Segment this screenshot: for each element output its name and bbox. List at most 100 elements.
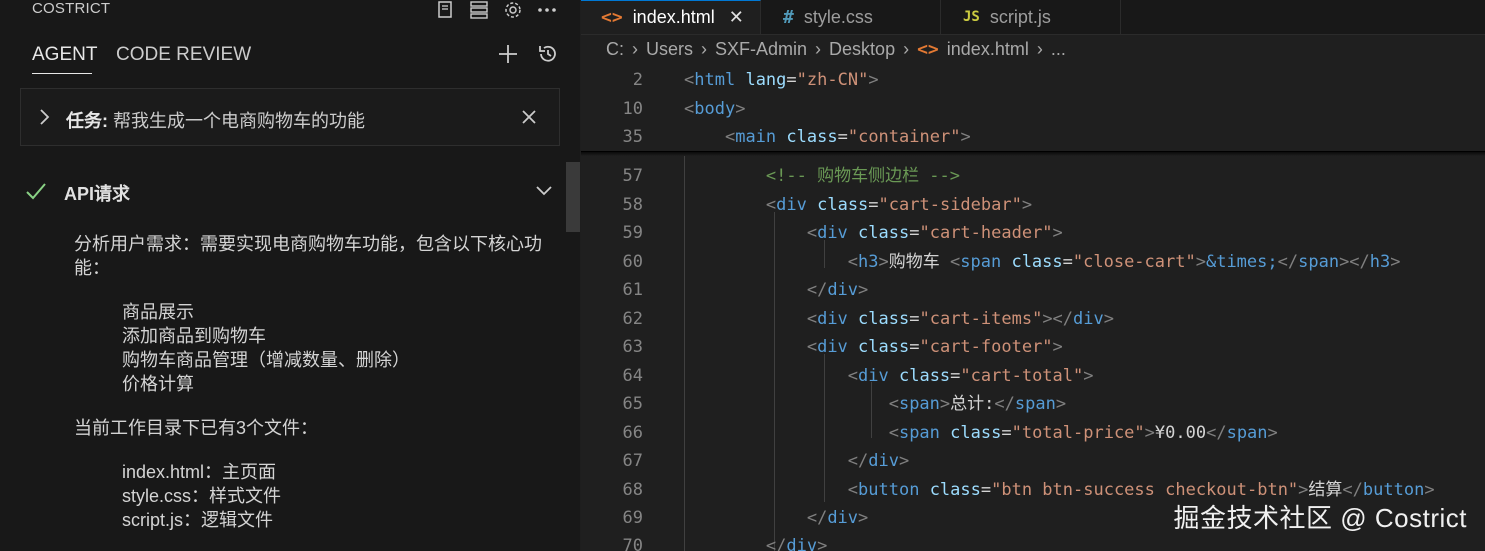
files-intro: 当前工作目录下已有3个文件： [74,418,319,438]
task-description: 任务: 帮我生成一个电商购物车的功能 [66,107,365,133]
code-line[interactable]: 2 <html lang="zh-CN"> [581,66,1485,94]
code-line[interactable]: 59 <div class="cart-header"> [581,219,1485,247]
line-number: 57 [622,166,643,186]
tab-code-review[interactable]: CODE REVIEW [116,44,251,66]
code-text: <!-- 购物车侧边栏 --> [765,166,961,186]
tab-agent[interactable]: AGENT [32,44,97,66]
code-text: </div> [806,508,869,528]
line-number: 2 [632,70,643,90]
history-icon[interactable] [536,42,560,71]
chevron-right-icon[interactable] [37,107,51,132]
list-item: index.html：主页面 [122,462,277,482]
api-request-header[interactable]: API请求 [24,178,564,206]
breadcrumb-item[interactable]: index.html [947,39,1029,59]
chevron-right-icon: › [701,39,708,59]
code-line[interactable]: 35 <main class="container"> [581,123,1485,151]
code-text: <h3>购物车 <span class="close-cart">&times;… [847,252,1401,272]
code-line[interactable]: 63 <div class="cart-footer"> [581,333,1485,361]
tab-label: index.html [632,7,715,27]
task-card[interactable]: 任务: 帮我生成一个电商购物车的功能 [20,88,560,146]
code-line[interactable]: 64 <div class="cart-total"> [581,362,1485,390]
list-item: script.js：逻辑文件 [122,510,274,530]
line-number: 10 [622,99,643,119]
chevron-right-icon: › [632,39,638,59]
line-number: 58 [622,195,643,215]
breadcrumb: C: › Users › SXF-Admin › Desktop › <> index.html ›… [606,39,1066,60]
code-line[interactable]: 57 <!-- 购物车侧边栏 --> [581,162,1485,190]
code-editor: <> index.html ✕ # style.css JS script.js… [581,0,1485,551]
tab-style-css[interactable]: # style.css [761,0,941,34]
list-item: 价格计算 [122,374,194,394]
close-icon[interactable] [519,107,539,132]
analysis-text: 分析用户需求：需要实现电商购物车功能，包含以下核心功能： [74,234,542,278]
chevron-right-icon: › [1036,39,1043,59]
line-number: 62 [622,309,643,329]
watermark: 掘金技术社区 @ Costrict [1173,503,1467,533]
html-file-icon: <> [917,39,939,60]
code-text: </div> [847,451,910,471]
database-icon[interactable] [468,0,490,20]
tab-actions [496,42,560,71]
breadcrumb-item[interactable]: SXF-Admin [715,39,807,59]
code-text: </div> [765,536,828,551]
code-text: <span>总计:</span> [888,394,1067,414]
chevron-down-icon[interactable] [534,184,554,203]
line-number: 70 [622,536,643,551]
code-text: </div> [806,280,869,300]
list-item: 购物车商品管理（增减数量、删除） [122,350,410,370]
breadcrumb-item[interactable]: Desktop [829,39,895,59]
code-line[interactable]: 62 <div class="cart-items"></div> [581,305,1485,333]
list-item: 商品展示 [122,302,194,322]
scrollbar-thumb[interactable] [566,162,580,232]
gear-icon[interactable] [502,0,524,20]
line-number: 60 [622,252,643,272]
list-item: style.css：样式文件 [122,486,282,506]
code-text: <div class="cart-items"></div> [806,309,1114,329]
code-line[interactable]: 66 <span class="total-price">¥0.00</span… [581,419,1485,447]
tab-label: script.js [989,6,1051,27]
chevron-right-icon: › [903,39,910,59]
line-number: 61 [622,280,643,300]
document-icon[interactable] [434,0,456,20]
agent-tabs: AGENT CODE REVIEW [0,38,580,78]
code-line[interactable]: 58 <div class="cart-sidebar"> [581,191,1485,219]
css-file-icon: # [783,6,794,28]
code-line[interactable]: 67 </div> [581,447,1485,475]
sticky-scroll-shadow [581,152,1485,156]
close-icon[interactable]: ✕ [729,7,744,28]
code-text: <span class="total-price">¥0.00</span> [888,423,1278,443]
code-line[interactable]: 65 <span>总计:</span> [581,390,1485,418]
line-number: 69 [622,508,643,528]
html-file-icon: <> [601,7,623,28]
breadcrumb-item[interactable]: Users [646,39,693,59]
line-number: 66 [622,423,643,443]
code-line[interactable]: 60 <h3>购物车 <span class="close-cart">&tim… [581,248,1485,276]
sidebar-header: COSTRICT [0,0,580,20]
sidebar-header-actions [434,0,558,20]
plus-icon[interactable] [496,42,520,71]
code-text: <body> [684,99,746,119]
more-icon[interactable] [536,0,558,20]
code-text: <main class="container"> [724,127,971,147]
code-text: <div class="cart-footer"> [806,337,1063,357]
code-line[interactable]: 10 <body> [581,95,1485,123]
sidebar-title: COSTRICT [32,0,111,17]
tab-script-js[interactable]: JS script.js [941,0,1121,34]
agent-sidebar: COSTRICT AGENT CODE REVIEW 任务: 帮我生成一个电商购… [0,0,580,551]
js-file-icon: JS [963,9,980,25]
breadcrumb-item[interactable]: ... [1051,39,1066,59]
line-number: 65 [622,394,643,414]
check-icon [24,180,48,207]
line-number: 67 [622,451,643,471]
chevron-right-icon: › [815,39,822,59]
active-tab-indicator [32,73,92,74]
code-text: <div class="cart-sidebar"> [765,195,1033,215]
breadcrumb-item[interactable]: C: [606,39,624,59]
tab-index-html[interactable]: <> index.html ✕ [581,0,761,34]
code-line[interactable]: 61 </div> [581,276,1485,304]
task-text: 帮我生成一个电商购物车的功能 [108,111,365,131]
line-number: 64 [622,366,643,386]
line-number: 59 [622,223,643,243]
code-text: <html lang="zh-CN"> [684,70,879,90]
code-text: <div class="cart-total"> [847,366,1094,386]
